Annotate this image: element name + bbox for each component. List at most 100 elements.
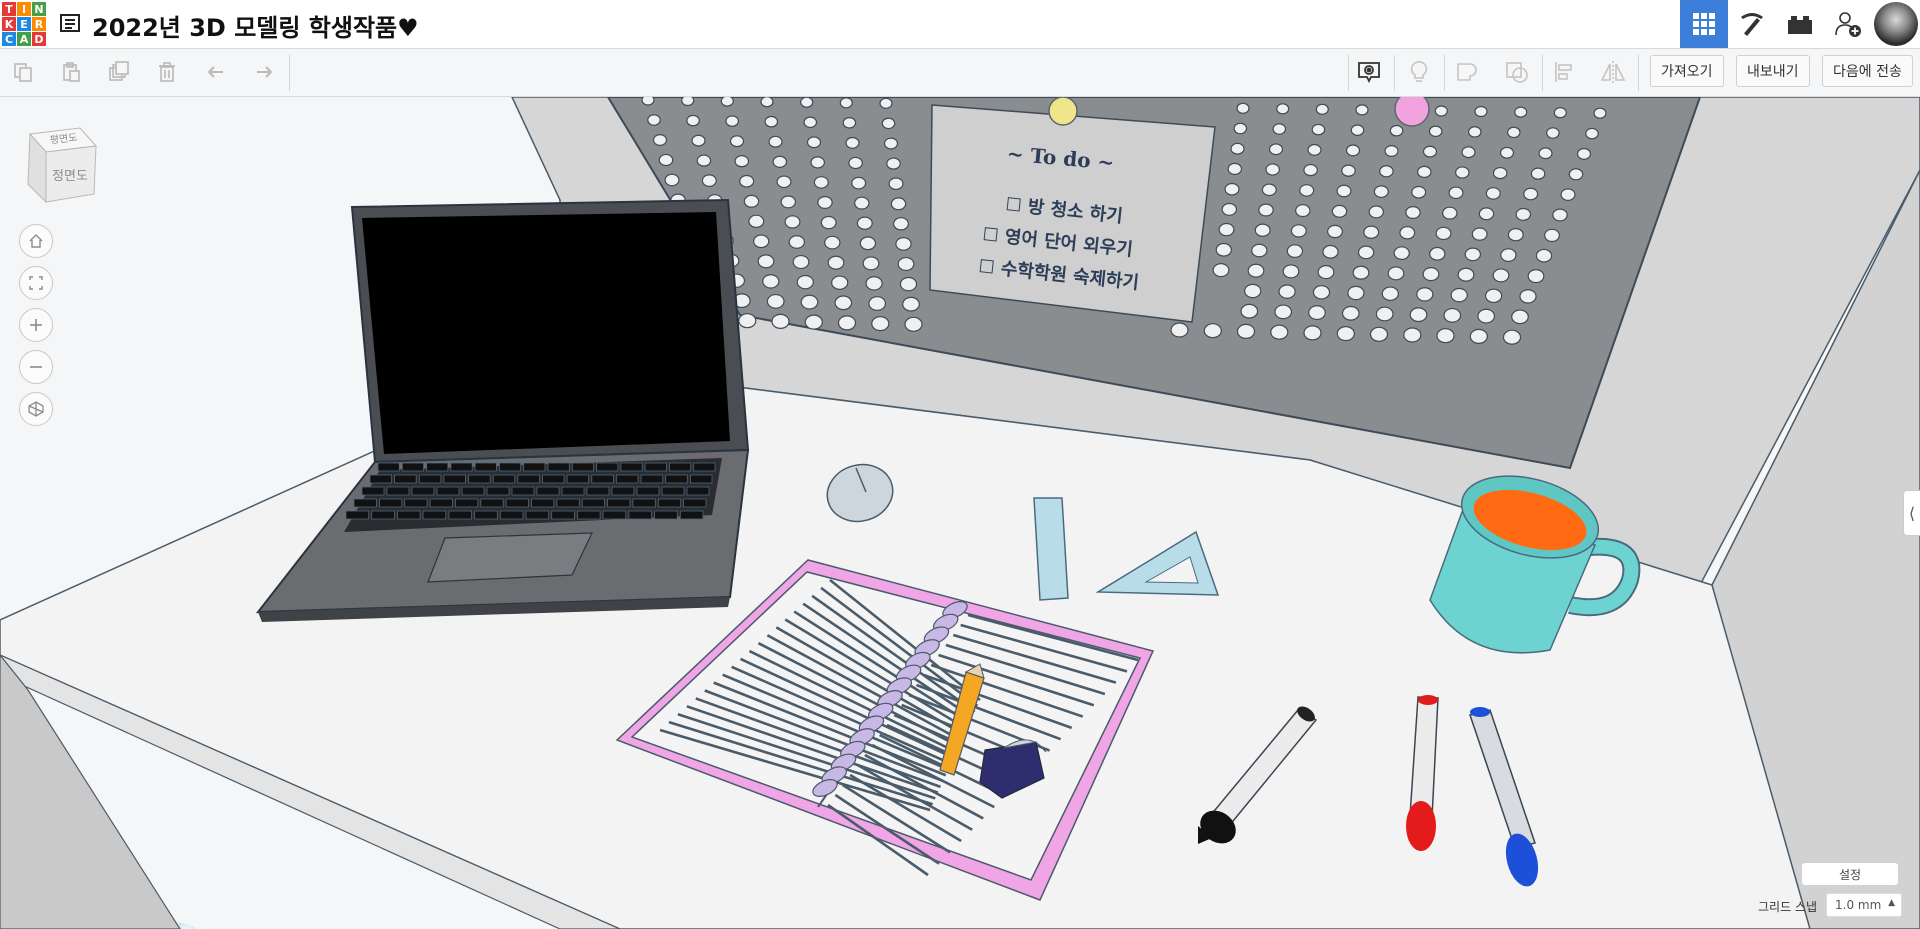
avatar[interactable] <box>1874 2 1918 46</box>
undo-button[interactable] <box>204 59 230 85</box>
key <box>661 486 685 496</box>
peg-hole <box>738 313 757 329</box>
group-button[interactable] <box>1504 59 1530 85</box>
zoom-out-button[interactable] <box>19 350 53 384</box>
import-button[interactable]: 가져오기 <box>1650 55 1724 87</box>
home-view-button[interactable] <box>19 224 53 258</box>
notes-button[interactable] <box>1356 59 1382 85</box>
peg-hole <box>1474 105 1488 118</box>
key <box>602 510 627 520</box>
grid-view-button[interactable] <box>1680 0 1728 48</box>
align-button[interactable] <box>1552 59 1578 85</box>
key <box>474 462 497 472</box>
peg-hole <box>800 97 814 108</box>
peg-hole <box>1345 144 1361 157</box>
peg-hole <box>1519 289 1537 304</box>
peg-hole <box>1373 185 1389 198</box>
grid-view-icon <box>1693 13 1715 35</box>
workplane-canvas[interactable]: ~ To do ~ ☐ 방 청소 하기 ☐ 영어 단어 외우기 ☐ 수학학원 숙… <box>0 97 1920 929</box>
peg-hole <box>1478 207 1495 221</box>
peg-hole <box>888 177 904 191</box>
design-title[interactable]: 2022년 3D 모델링 학생작품♥ <box>92 8 419 43</box>
key <box>525 510 550 520</box>
collapse-panel-button[interactable]: ⟨ <box>1903 490 1920 536</box>
peg-hole <box>1215 242 1232 257</box>
export-button[interactable]: 내보내기 <box>1736 55 1810 87</box>
peg-hole <box>1471 227 1488 241</box>
redo-button[interactable] <box>250 59 276 85</box>
perspective-icon <box>28 401 44 417</box>
copy-button[interactable] <box>10 59 36 85</box>
peg-hole <box>1379 165 1394 178</box>
peg-hole <box>1500 248 1517 262</box>
peg-hole <box>1369 326 1389 342</box>
peg-hole <box>1270 324 1289 340</box>
key <box>620 462 643 472</box>
peg-hole <box>1303 163 1318 177</box>
zoom-in-icon <box>30 319 42 331</box>
peg-hole <box>1244 283 1262 299</box>
peg-hole <box>1514 106 1528 118</box>
peg-hole <box>768 135 783 148</box>
peg-hole <box>1535 248 1553 263</box>
peg-hole <box>1448 186 1464 200</box>
fit-view-button[interactable] <box>19 266 53 300</box>
toolbar-divider <box>1638 55 1639 91</box>
peg-hole <box>902 296 920 312</box>
peg-hole <box>813 176 829 189</box>
peg-hole <box>824 235 841 250</box>
logo-tile: K <box>2 17 16 31</box>
minecraft-view-button[interactable] <box>1728 0 1776 48</box>
key <box>454 498 479 508</box>
add-user-icon <box>1835 12 1861 37</box>
bricks-view-button[interactable] <box>1776 0 1824 48</box>
key <box>369 474 393 484</box>
key <box>353 498 377 508</box>
peg-hole <box>796 274 814 290</box>
peg-hole <box>859 236 877 251</box>
peg-hole <box>1492 268 1510 283</box>
logo-tile: I <box>17 2 31 16</box>
peg-hole <box>1485 187 1501 200</box>
key <box>577 510 601 520</box>
key <box>401 462 424 472</box>
send-to-button[interactable]: 다음에 전송 <box>1822 55 1913 87</box>
delete-button[interactable] <box>154 59 180 85</box>
key <box>679 510 704 520</box>
peg-hole <box>1507 228 1524 242</box>
peg-hole <box>831 275 849 290</box>
key <box>571 462 594 472</box>
tinkercad-logo[interactable]: TIN KER CAD <box>2 2 46 46</box>
add-user-button[interactable] <box>1824 0 1872 48</box>
zoom-in-button[interactable] <box>19 308 53 342</box>
key <box>361 486 385 496</box>
group-icon <box>1506 62 1528 83</box>
edit-toolbar: 가져오기 내보내기 다음에 전송 <box>0 49 1920 97</box>
key <box>378 498 403 508</box>
key <box>591 474 614 484</box>
peg-hole <box>647 114 661 126</box>
peg-hole <box>851 176 867 190</box>
light-icon <box>1410 61 1428 82</box>
peg-hole <box>760 97 774 108</box>
peg-hole <box>1315 103 1329 115</box>
peg-hole <box>762 274 780 289</box>
peg-hole <box>1450 287 1468 303</box>
design-list-icon[interactable] <box>60 13 80 33</box>
peg-hole <box>748 214 765 228</box>
grid-snap-select[interactable]: 1.0 mm ▲ <box>1826 893 1902 917</box>
paste-button[interactable] <box>58 59 84 85</box>
shape-button[interactable] <box>1454 59 1480 85</box>
pink-pushpin <box>1394 97 1430 127</box>
view-cube[interactable]: 평면도 정면도 <box>18 124 100 206</box>
logo-tile: E <box>17 17 31 31</box>
mirror-button[interactable] <box>1600 59 1626 85</box>
key <box>345 510 370 520</box>
duplicate-button[interactable] <box>106 59 132 85</box>
peg-hole <box>1464 247 1481 262</box>
settings-button[interactable]: 설정 <box>1802 863 1898 885</box>
perspective-button[interactable] <box>19 392 53 426</box>
light-button[interactable] <box>1406 59 1432 85</box>
paste-icon <box>63 62 80 82</box>
peg-hole <box>1422 267 1440 282</box>
